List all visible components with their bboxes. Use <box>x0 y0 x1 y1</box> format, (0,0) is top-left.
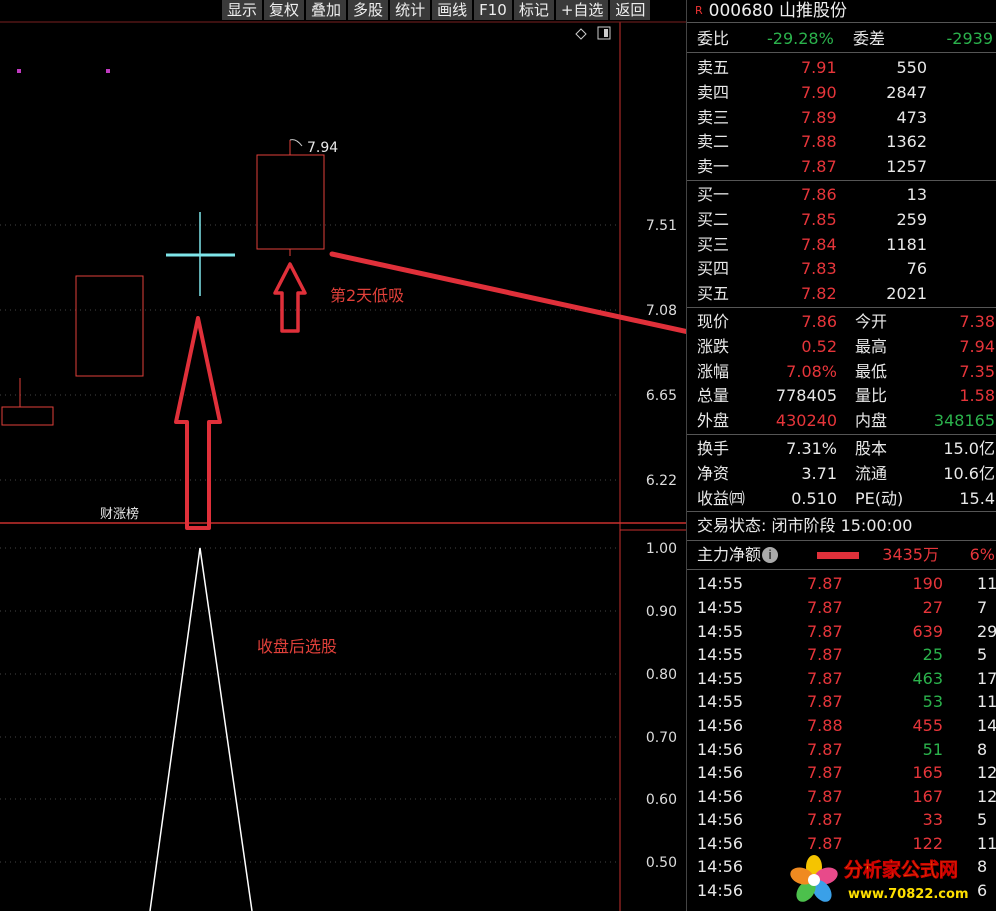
order-row[interactable]: 卖四 7.90 2847 <box>687 81 996 106</box>
order-row[interactable]: 卖一 7.87 1257 <box>687 155 996 180</box>
info-icon[interactable]: i <box>762 547 778 564</box>
tick-row: 14:56 7.87 51 8 <box>697 739 988 759</box>
kline-chart[interactable]: 7.94 7.51 7.08 6.65 6.22 1.00 0.90 0.80 … <box>0 0 686 911</box>
stats-row: 换手 7.31% 股本 15.0亿 <box>697 438 995 458</box>
weibi-row: 委比 -29.28% 委差 -2939 <box>687 23 996 53</box>
indicator-axis-label: 0.80 <box>646 667 677 683</box>
marker-dot <box>17 69 21 73</box>
watermark-text: 分析家公式网 <box>844 858 958 881</box>
doji-candle[interactable] <box>166 212 235 296</box>
quote-row: 现价 7.86 今开 7.38 <box>697 311 995 331</box>
price-axis-label: 7.08 <box>646 303 677 319</box>
order-row[interactable]: 卖二 7.88 1362 <box>687 130 996 155</box>
back-button[interactable]: 返回 <box>610 0 653 20</box>
stock-code: 000680 <box>708 1 774 21</box>
price-axis-label: 6.22 <box>646 473 677 489</box>
draw-line-button[interactable]: 画线 <box>432 0 475 20</box>
tick-row: 14:55 7.87 27 7 <box>697 597 988 617</box>
main-force-bar <box>817 552 859 560</box>
quote-row: 涨幅 7.08% 最低 7.35 <box>697 361 995 381</box>
pointer-line <box>329 251 686 335</box>
indicator-axis-label: 0.90 <box>646 604 677 620</box>
diamond-icon[interactable] <box>575 28 587 40</box>
weibi-label: 委比 <box>697 29 730 48</box>
watermark-logo: 分析家公式网 www.70822.com <box>790 855 969 902</box>
multi-stock-button[interactable]: 多股 <box>348 0 391 20</box>
quote-row: 涨跌 0.52 最高 7.94 <box>697 336 995 356</box>
weibi-value: -29.28% <box>767 29 834 48</box>
tick-row: 14:55 7.87 25 5 <box>697 645 988 665</box>
indicator-line <box>149 547 253 911</box>
tick-row: 14:56 7.87 167 12 <box>697 786 996 806</box>
mark-button[interactable]: 标记 <box>513 0 556 20</box>
tick-row: 14:55 7.87 639 29 <box>697 621 996 641</box>
stats-row: 收益㈣ 0.510 PE(动) 15.4 <box>697 488 995 508</box>
annotation-select: 收盘后选股 <box>257 637 337 656</box>
buy-book: 买一 7.86 13 买二 7.85 259 买三 7.84 1181 买四 7.83 76 买… <box>687 181 996 308</box>
order-row[interactable]: 买一 7.86 13 <box>687 183 996 208</box>
quote-row: 外盘 430240 内盘 348165 <box>697 411 995 431</box>
price-axis-label: 6.65 <box>646 388 677 404</box>
stock-header: R 000680 山推股份 <box>687 0 996 23</box>
stats-block: 换手 7.31% 股本 15.0亿 净资 3.71 流通 10.6亿 收益㈣ 0.510 PE(… <box>687 435 996 513</box>
f10-button[interactable]: F10 <box>474 0 514 20</box>
quote-row: 总量 778405 量比 1.58 <box>697 386 995 406</box>
sell-book: 卖五 7.91 550 卖四 7.90 2847 卖三 7.89 473 卖二 7.88 136… <box>687 53 996 181</box>
flower-icon <box>790 855 838 902</box>
stats-row: 净资 3.71 流通 10.6亿 <box>697 463 995 483</box>
trade-status: 交易状态: 闭市阶段 15:00:00 <box>687 512 996 542</box>
toolbar: 显示 复权 叠加 多股 统计 画线 F10 标记 +自选 返回 <box>222 0 653 20</box>
quote-block: 现价 7.86 今开 7.38 涨跌 0.52 最高 7.94 涨幅 7.08% 最低 7.35 … <box>687 308 996 435</box>
weicha-value: -2939 <box>946 29 994 48</box>
indicator-axis-label: 0.60 <box>646 792 677 808</box>
main-force-value: 3435万 <box>882 545 939 565</box>
rank-badge[interactable]: 财涨榜 <box>100 506 139 522</box>
candle-day2[interactable] <box>256 140 325 256</box>
main-force-pct: 6% <box>969 545 995 565</box>
order-row[interactable]: 卖五 7.91 550 <box>687 56 996 81</box>
weicha-label: 委差 <box>853 29 886 48</box>
order-row[interactable]: 卖三 7.89 473 <box>687 106 996 131</box>
watermark-url: www.70822.com <box>848 887 969 902</box>
candle[interactable] <box>1 378 54 426</box>
panel-toggle-icon[interactable] <box>597 26 611 40</box>
order-row[interactable]: 买四 7.83 76 <box>687 257 996 282</box>
order-row[interactable]: 买三 7.84 1181 <box>687 233 996 258</box>
order-row[interactable]: 买二 7.85 259 <box>687 208 996 233</box>
stats-button[interactable]: 统计 <box>390 0 433 20</box>
main-force-label: 主力净额 <box>697 545 762 565</box>
adjust-button[interactable]: 复权 <box>264 0 307 20</box>
candle[interactable] <box>75 275 144 377</box>
quote-panel: R 000680 山推股份 委比 -29.28% 委差 -2939 卖五 7.91 5… <box>686 0 996 911</box>
tick-row: 14:56 7.87 33 5 <box>697 810 988 830</box>
add-watchlist-button[interactable]: +自选 <box>555 0 611 20</box>
up-arrow-annotation <box>174 316 222 530</box>
tick-row: 14:56 7.87 165 12 <box>697 763 996 783</box>
overlay-button[interactable]: 叠加 <box>306 0 349 20</box>
r-mark: R <box>695 4 703 17</box>
price-axis-label: 7.51 <box>646 218 677 234</box>
order-row[interactable]: 买五 7.82 2021 <box>687 282 996 307</box>
high-price-label: 7.94 <box>307 140 338 156</box>
tick-row: 14:56 7.88 455 14 <box>697 715 996 735</box>
annotation-day2: 第2天低吸 <box>330 286 404 305</box>
indicator-axis-label: 1.00 <box>646 541 677 557</box>
tick-row: 14:55 7.87 463 17 <box>697 668 996 688</box>
main-force-row[interactable]: 主力净额 i 3435万 6% <box>687 541 996 571</box>
up-arrow-annotation-small <box>273 262 307 333</box>
display-button[interactable]: 显示 <box>222 0 265 20</box>
tick-row: 14:55 7.87 53 11 <box>697 692 996 712</box>
indicator-axis-label: 0.50 <box>646 855 677 871</box>
marker-dot <box>106 69 110 73</box>
indicator-axis-label: 0.70 <box>646 730 677 746</box>
tick-row: 14:55 7.87 190 11 <box>697 574 996 594</box>
stock-name: 山推股份 <box>778 1 847 21</box>
